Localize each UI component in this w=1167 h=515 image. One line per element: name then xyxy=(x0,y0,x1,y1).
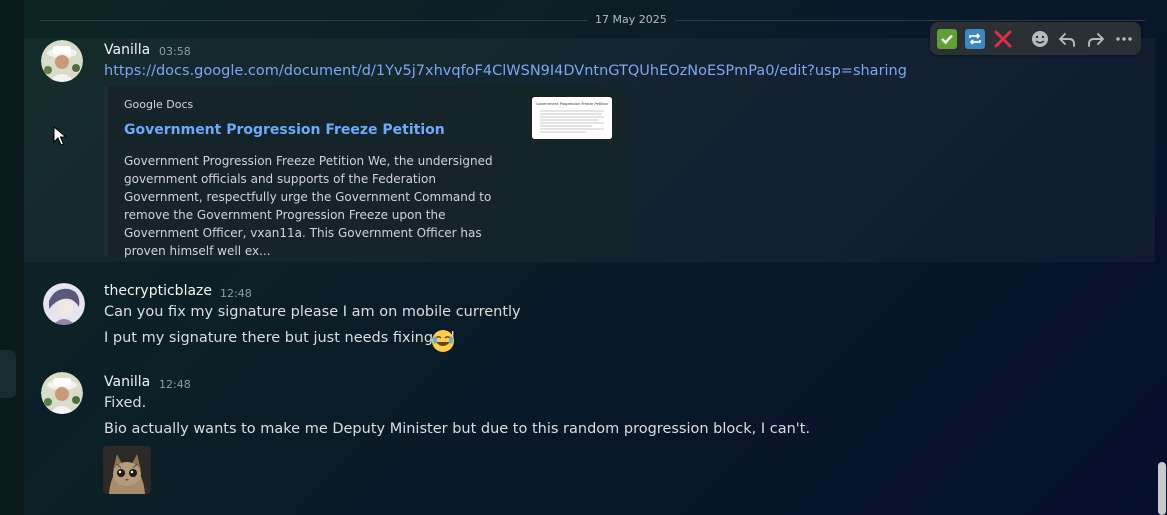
embed-description: Government Progression Freeze Petition W… xyxy=(124,154,493,258)
check-react-icon[interactable] xyxy=(936,28,958,50)
message-text: I put my signature there but just needs … xyxy=(104,330,455,346)
embed-provider[interactable]: Google Docs xyxy=(124,98,193,111)
joy-emoji[interactable] xyxy=(431,329,455,353)
message-link[interactable]: https://docs.google.com/document/d/1Yv5j… xyxy=(104,63,907,79)
message-author[interactable]: thecrypticblaze xyxy=(104,283,212,299)
reply-icon[interactable] xyxy=(1056,28,1078,50)
scrollbar-thumb[interactable] xyxy=(1158,462,1166,515)
message-author[interactable]: Vanilla xyxy=(104,42,150,58)
message-timestamp[interactable]: 03:58 xyxy=(159,45,191,58)
avatar[interactable] xyxy=(41,40,83,82)
message-text: Fixed. xyxy=(104,395,147,411)
avatar[interactable] xyxy=(41,372,83,414)
mouse-cursor-icon xyxy=(53,125,68,150)
message-timestamp[interactable]: 12:48 xyxy=(159,378,191,391)
repeat-react-icon[interactable] xyxy=(964,28,986,50)
embed-thumbnail[interactable]: Government Progression Freeze Petition xyxy=(532,97,612,139)
message-text: Bio actually wants to make me Deputy Min… xyxy=(104,421,811,437)
embed-title[interactable]: Government Progression Freeze Petition xyxy=(124,122,445,138)
message-timestamp[interactable]: 12:48 xyxy=(220,287,252,300)
message-text: Can you fix my signature please I am on … xyxy=(104,304,521,320)
sidebar-handle[interactable] xyxy=(0,350,16,398)
cross-react-icon[interactable] xyxy=(992,28,1014,50)
thumbnail-caption: Government Progression Freeze Petition xyxy=(536,102,608,106)
date-label: 17 May 2025 xyxy=(587,12,675,28)
left-sidebar-edge xyxy=(0,0,24,515)
avatar[interactable] xyxy=(43,283,85,325)
link-embed: Google Docs Government Progression Freez… xyxy=(104,86,628,258)
forward-icon[interactable] xyxy=(1085,28,1107,50)
more-icon[interactable] xyxy=(1113,28,1135,50)
add-reaction-icon[interactable] xyxy=(1029,28,1051,50)
message-action-toolbar xyxy=(930,22,1141,55)
message-author[interactable]: Vanilla xyxy=(104,374,150,390)
crying-cat-sticker[interactable] xyxy=(103,446,151,494)
